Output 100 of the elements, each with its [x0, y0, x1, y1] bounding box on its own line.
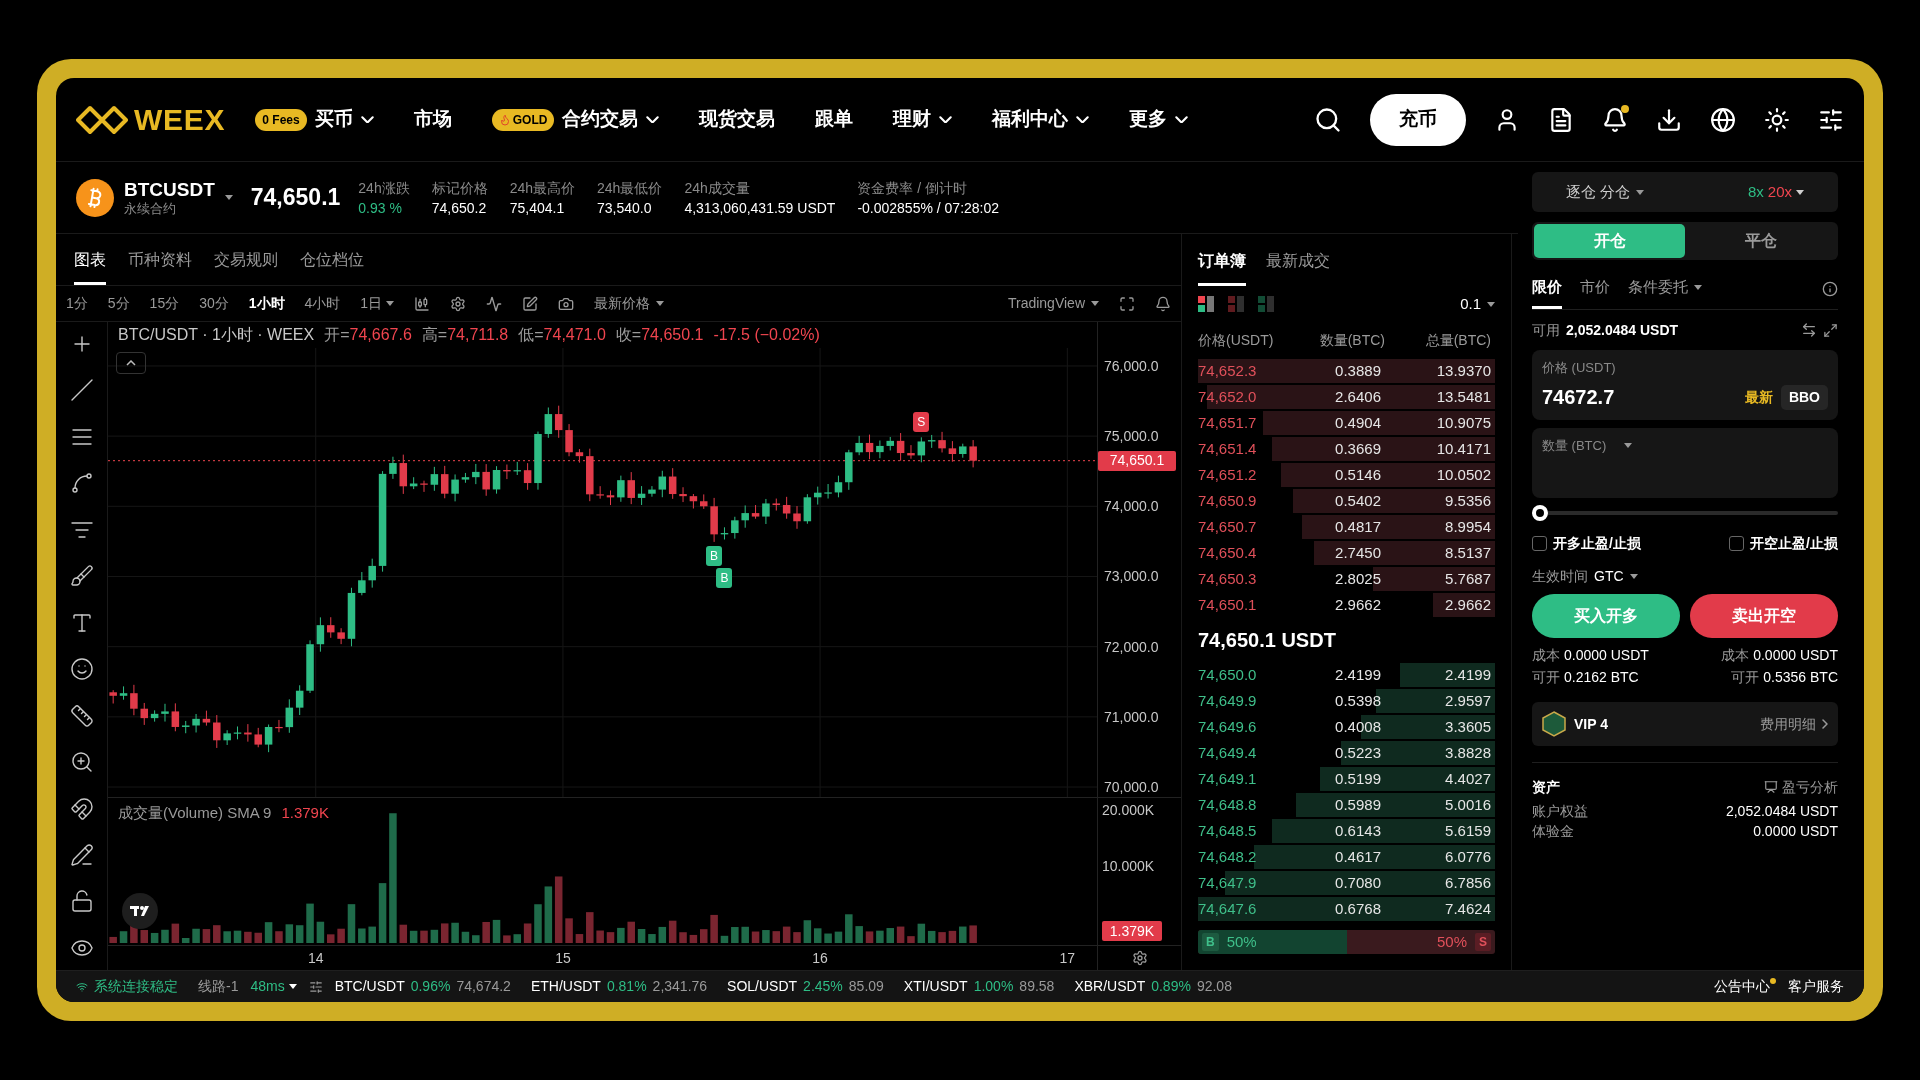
- market-ticker[interactable]: BTC/USDT 0.96% 74,674.2: [334, 976, 511, 997]
- time-in-force-dropdown[interactable]: GTC: [1594, 565, 1638, 587]
- interval-tab[interactable]: 1分: [66, 293, 88, 314]
- settings-icon[interactable]: [1131, 950, 1148, 966]
- amount-slider[interactable]: [1532, 505, 1838, 521]
- indicator-icon[interactable]: [486, 295, 503, 312]
- nav-menu-item[interactable]: 福利中心: [992, 105, 1090, 134]
- fullscreen-icon[interactable]: [1119, 295, 1135, 312]
- expand-icon[interactable]: [1823, 322, 1838, 338]
- settings-icon[interactable]: [450, 295, 467, 312]
- order-book-tab[interactable]: 订单簿: [1198, 249, 1246, 286]
- bbo-button[interactable]: BBO: [1780, 384, 1828, 410]
- latest-price-button[interactable]: 最新: [1744, 386, 1773, 408]
- nav-menu-item[interactable]: 更多: [1129, 105, 1189, 134]
- nav-menu-item[interactable]: 市场: [413, 105, 452, 134]
- notification-icon[interactable]: [1602, 106, 1628, 133]
- ruler-icon[interactable]: [69, 703, 94, 728]
- camera-icon[interactable]: [558, 295, 575, 312]
- interval-tab[interactable]: 4小时: [304, 293, 341, 314]
- order-type-tab[interactable]: 限价: [1532, 268, 1562, 309]
- collapse-button[interactable]: [116, 352, 146, 374]
- price-type-dropdown[interactable]: 最新价格: [594, 293, 665, 314]
- trend-line-icon[interactable]: [69, 378, 94, 403]
- transfer-icon[interactable]: [1801, 322, 1817, 338]
- theme-icon[interactable]: [1764, 106, 1790, 133]
- interval-tab[interactable]: 5分: [107, 293, 130, 314]
- fee-details-link[interactable]: 费用明细: [1760, 713, 1828, 735]
- order-book-row[interactable]: 74,651.2 0.5146 10.0502: [1198, 462, 1495, 488]
- order-book-row[interactable]: 74,650.3 2.8025 5.7687: [1198, 566, 1495, 592]
- pnl-analysis-link[interactable]: 盈亏分析: [1782, 776, 1838, 798]
- template-icon[interactable]: [522, 295, 539, 312]
- interval-tab[interactable]: 1小时: [248, 293, 285, 314]
- order-book-row[interactable]: 74,648.5 0.6143 5.6159: [1198, 818, 1495, 844]
- order-book-row[interactable]: 74,647.9 0.7080 6.7856: [1198, 870, 1495, 896]
- sliders-icon[interactable]: [308, 979, 323, 994]
- checkbox[interactable]: [1532, 535, 1547, 551]
- order-book-row[interactable]: 74,649.4 0.5223 3.8828: [1198, 740, 1495, 766]
- order-book-tab[interactable]: 最新成交: [1266, 249, 1330, 286]
- chart-tab[interactable]: 交易规则: [214, 248, 278, 285]
- info-icon[interactable]: [1822, 280, 1838, 297]
- order-book-row[interactable]: 74,649.6 0.4008 3.3605: [1198, 714, 1495, 740]
- price-field[interactable]: 价格 (USDT) 74672.7 最新 BBO: [1532, 350, 1838, 420]
- globe-icon[interactable]: [1710, 106, 1736, 133]
- margin-leverage-selector[interactable]: 逐仓 分仓 8x 20x: [1532, 172, 1838, 212]
- support-link[interactable]: 客户服务: [1788, 976, 1844, 997]
- brush-icon[interactable]: [69, 564, 94, 589]
- download-icon[interactable]: [1656, 106, 1682, 133]
- order-book-row[interactable]: 74,651.7 0.4904 10.9075: [1198, 410, 1495, 436]
- order-type-tab[interactable]: 条件委托: [1628, 268, 1702, 309]
- precision-dropdown[interactable]: 0.1: [1460, 292, 1495, 316]
- order-book-row[interactable]: 74,649.1 0.5199 4.4027: [1198, 766, 1495, 792]
- magnet-icon[interactable]: [69, 796, 94, 821]
- order-book-row[interactable]: 74,652.0 2.6406 13.5481: [1198, 384, 1495, 410]
- order-book-row[interactable]: 74,650.4 2.7450 8.5137: [1198, 540, 1495, 566]
- order-book-row[interactable]: 74,651.4 0.3669 10.4171: [1198, 436, 1495, 462]
- pencil-icon[interactable]: [69, 843, 94, 867]
- book-layout-icon[interactable]: [1198, 296, 1214, 312]
- nav-menu-item[interactable]: GOLD 合约交易: [491, 105, 660, 134]
- order-book-row[interactable]: 74,649.9 0.5398 2.9597: [1198, 688, 1495, 714]
- sell-short-button[interactable]: 卖出开空: [1690, 594, 1838, 638]
- deposit-button[interactable]: 充币: [1370, 93, 1466, 146]
- order-book-row[interactable]: 74,650.1 2.9662 2.9662: [1198, 592, 1495, 618]
- interval-tab[interactable]: 1日: [360, 293, 395, 314]
- order-book-row[interactable]: 74,652.3 0.3889 13.9370: [1198, 358, 1495, 384]
- chart-tab[interactable]: 图表: [74, 248, 106, 285]
- chart-tab[interactable]: 仓位档位: [300, 248, 364, 285]
- smiley-icon[interactable]: [69, 657, 94, 682]
- order-book-row[interactable]: 74,648.8 0.5989 5.0016: [1198, 792, 1495, 818]
- document-icon[interactable]: [1548, 106, 1574, 133]
- sliders-icon[interactable]: [1818, 106, 1844, 133]
- interval-tab[interactable]: 15分: [149, 293, 180, 314]
- nav-menu-item[interactable]: 理财: [893, 105, 953, 134]
- symbol-name[interactable]: BTCUSDT: [124, 177, 215, 202]
- nav-menu-item[interactable]: 0 Fees 买币: [255, 105, 374, 134]
- announcements-link[interactable]: 公告中心: [1714, 976, 1770, 997]
- order-type-tab[interactable]: 市价: [1580, 268, 1610, 309]
- search-icon[interactable]: [1314, 105, 1342, 134]
- market-ticker[interactable]: SOL/USDT 2.45% 85.09: [727, 976, 884, 997]
- order-book-row[interactable]: 74,647.6 0.6768 7.4624: [1198, 896, 1495, 922]
- order-book-row[interactable]: 74,650.9 0.5402 9.5356: [1198, 488, 1495, 514]
- provider-dropdown[interactable]: TradingView: [1007, 293, 1099, 314]
- market-ticker[interactable]: XTI/USDT 1.00% 89.58: [903, 976, 1055, 997]
- interval-tab[interactable]: 30分: [199, 293, 229, 314]
- chart-tab[interactable]: 币种资料: [128, 248, 192, 285]
- quantity-field[interactable]: 数量 (BTC): [1542, 436, 1618, 456]
- latency-dropdown[interactable]: 48ms: [250, 976, 297, 997]
- alert-icon[interactable]: [1155, 295, 1171, 312]
- candlestick-icon[interactable]: [414, 295, 431, 312]
- order-book-row[interactable]: 74,648.2 0.4617 6.0776: [1198, 844, 1495, 870]
- nav-menu-item[interactable]: 跟单: [815, 105, 854, 134]
- nav-menu-item[interactable]: 现货交易: [699, 105, 776, 134]
- market-ticker[interactable]: ETH/USDT 0.81% 2,341.76: [530, 976, 708, 997]
- checkbox[interactable]: [1729, 535, 1745, 551]
- curve-icon[interactable]: [69, 471, 94, 496]
- market-ticker[interactable]: XBR/USDT 0.89% 92.08: [1074, 976, 1232, 997]
- lock-icon[interactable]: [69, 889, 94, 914]
- order-book-row[interactable]: 74,650.7 0.4817 8.9954: [1198, 514, 1495, 540]
- order-book-row[interactable]: 74,650.0 2.4199 2.4199: [1198, 662, 1495, 688]
- position-mode-tab[interactable]: 平仓: [1685, 224, 1836, 258]
- slider-thumb[interactable]: [1532, 505, 1548, 521]
